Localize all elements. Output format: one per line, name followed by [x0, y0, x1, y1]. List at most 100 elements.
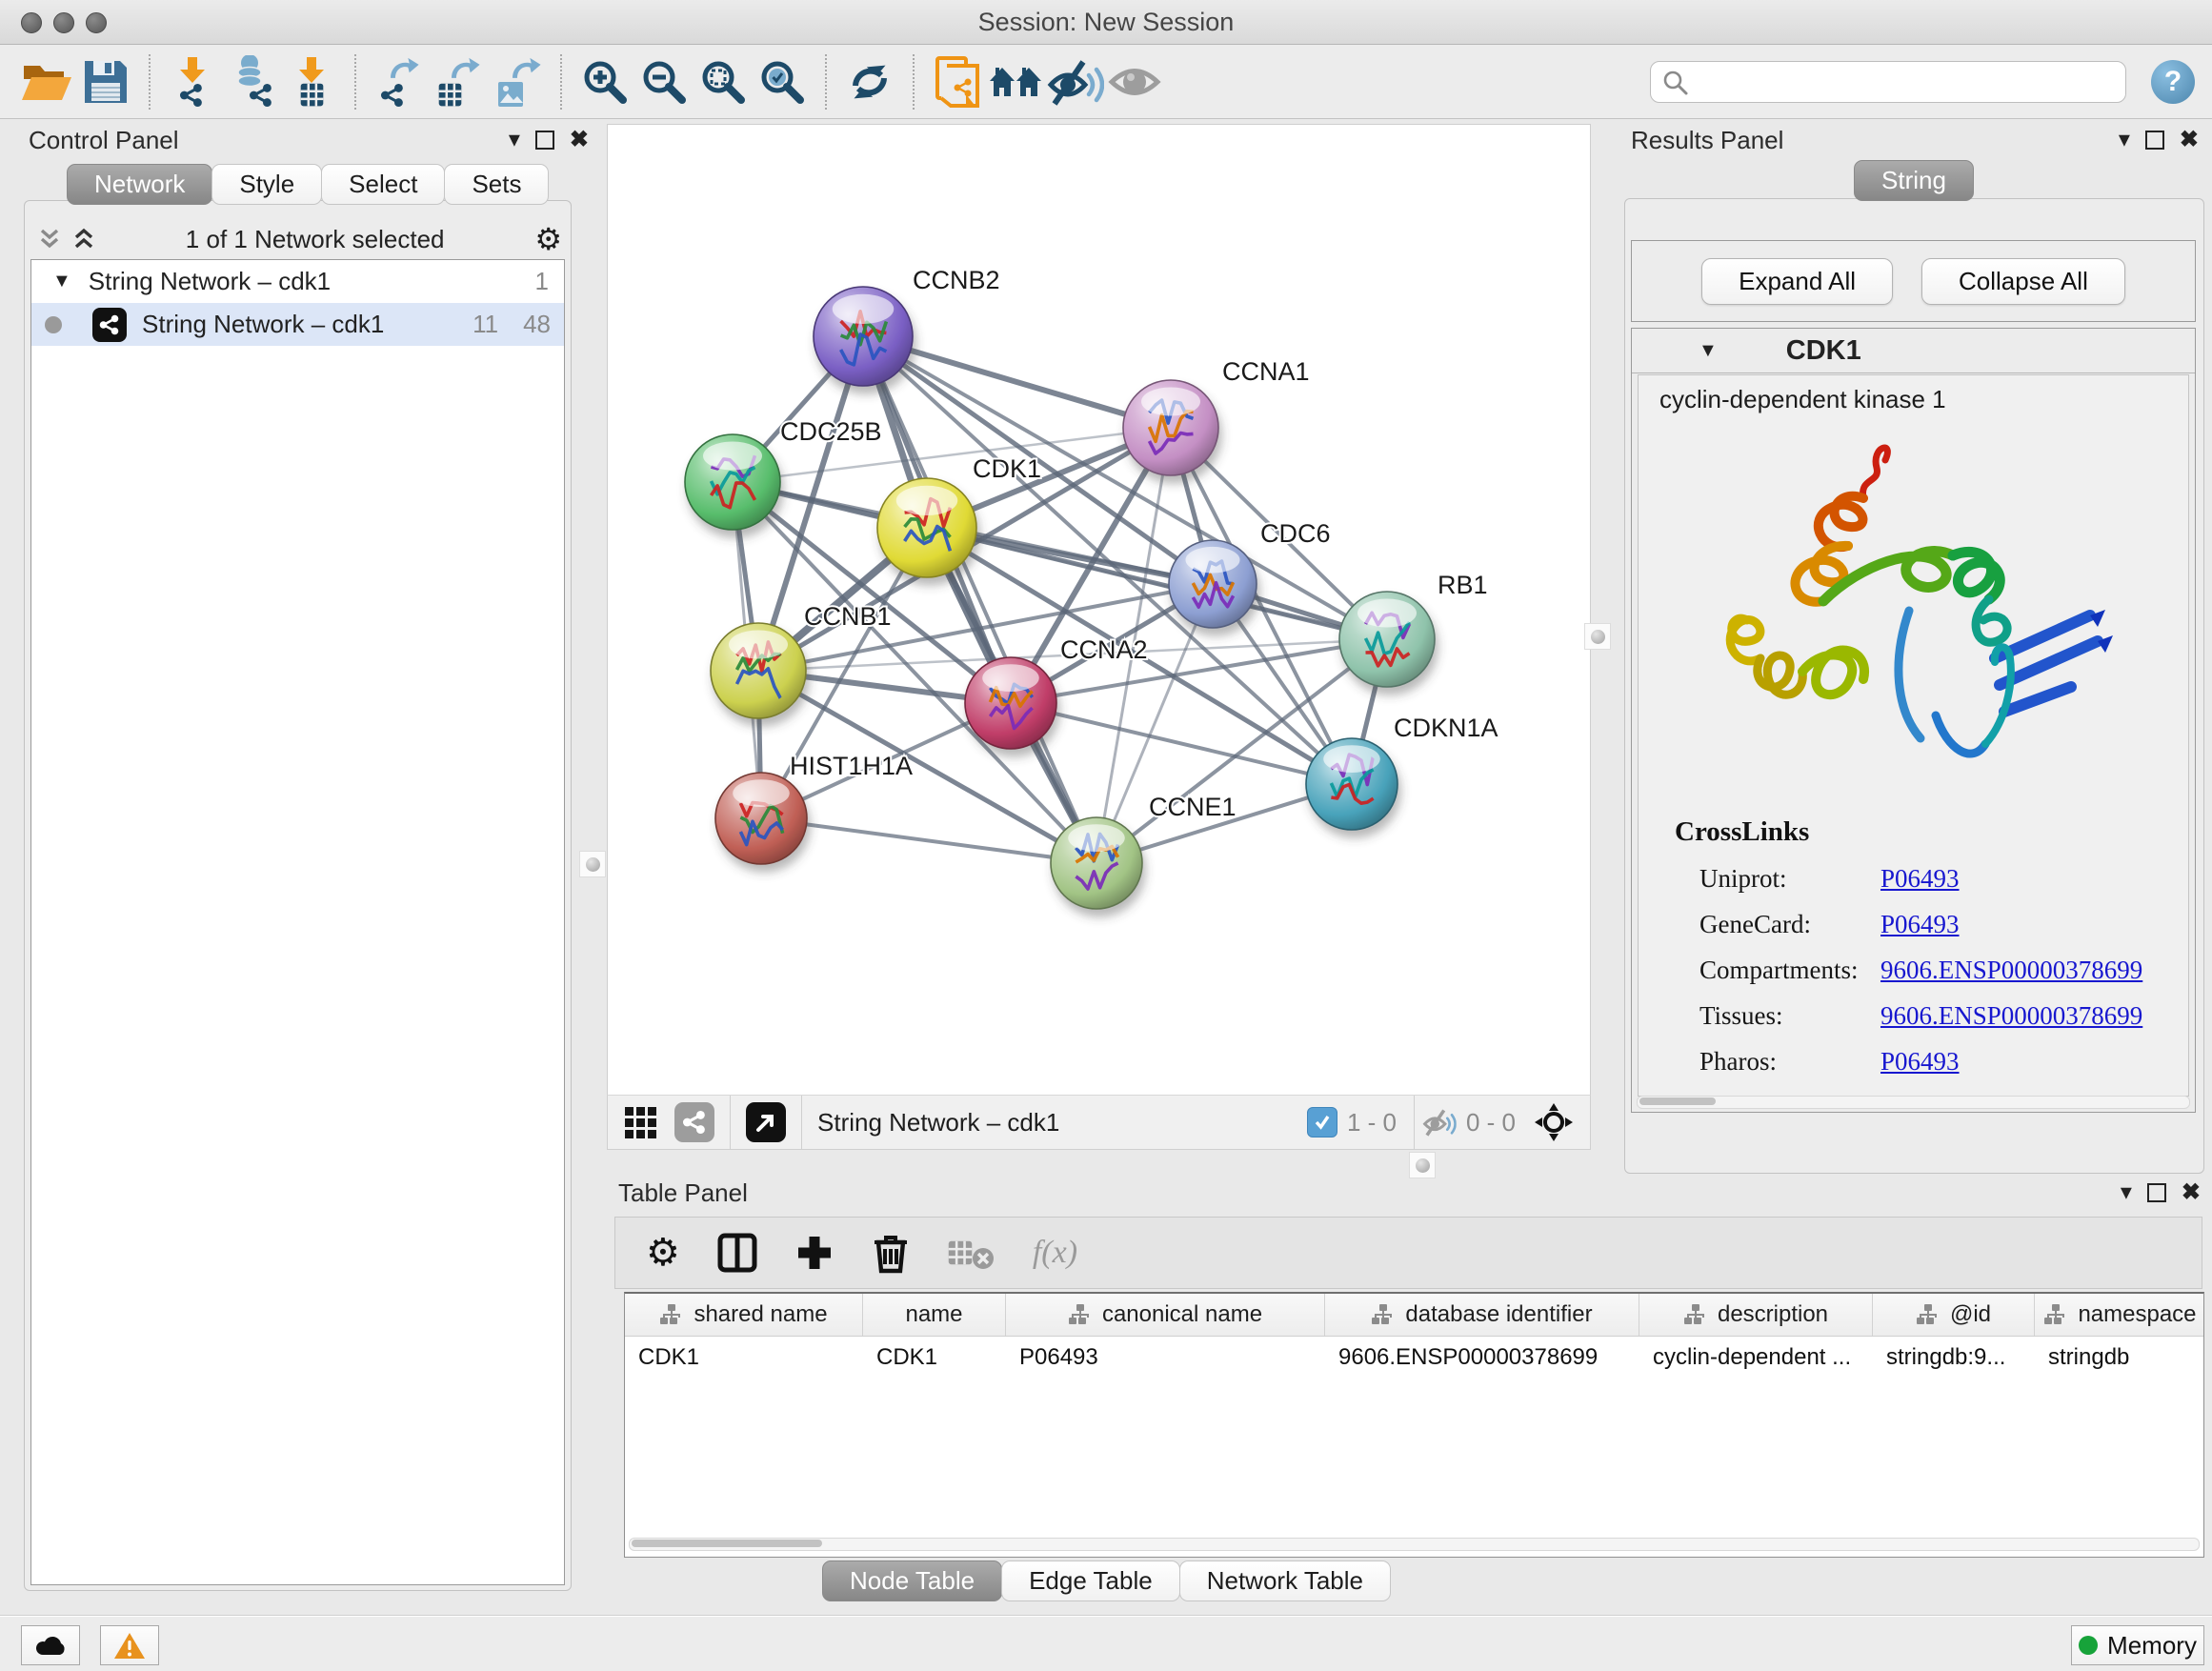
search-input[interactable] — [1650, 61, 2126, 103]
network-node-HIST1H1A[interactable]: HIST1H1A — [715, 752, 913, 864]
table-panel-title: Table Panel — [618, 1178, 748, 1208]
network-node-CDKN1A[interactable]: CDKN1A — [1306, 714, 1498, 830]
zoom-out-icon[interactable] — [634, 52, 694, 111]
hide-selection-eye-slash-icon[interactable] — [1046, 52, 1105, 111]
collection-expand-arrow-icon[interactable]: ▼ — [52, 271, 71, 292]
export-image-icon[interactable] — [488, 52, 547, 111]
network-node-CCNE1[interactable]: CCNE1 — [1051, 793, 1237, 909]
expand-all-tree-icon[interactable] — [72, 227, 95, 252]
column-header-description[interactable]: description — [1639, 1294, 1873, 1336]
crosslink-link[interactable]: 9606.ENSP00000378699 — [1880, 1001, 2142, 1031]
column-header-name[interactable]: name — [863, 1294, 1006, 1336]
function-builder-icon[interactable]: f(x) — [1033, 1235, 1077, 1271]
neighborhood-houses-icon[interactable] — [987, 52, 1046, 111]
delete-column-trash-icon[interactable] — [871, 1231, 911, 1275]
gene-description: cyclin-dependent kinase 1 — [1639, 375, 2188, 414]
zoom-fit-icon[interactable] — [694, 52, 753, 111]
crosslinks-title: CrossLinks — [1675, 816, 2188, 848]
network-share-icon[interactable] — [674, 1102, 714, 1142]
gene-card-body: cyclin-dependent kinase 1 — [1638, 374, 2189, 1097]
gene-expand-arrow-icon[interactable]: ▼ — [1699, 340, 1718, 362]
import-table-icon[interactable] — [282, 52, 341, 111]
crosslink-link[interactable]: P06493 — [1880, 910, 1960, 939]
tab-select[interactable]: Select — [321, 164, 445, 205]
crosslink-link[interactable]: 9606.ENSP00000378699 — [1880, 956, 2142, 985]
results-panel-menu-icon[interactable]: ▾ — [2119, 129, 2130, 151]
export-table-icon[interactable] — [429, 52, 488, 111]
network-node-RB1[interactable]: RB1 — [1339, 571, 1488, 687]
table-hscrollbar[interactable] — [629, 1538, 2200, 1551]
network-from-document-icon[interactable] — [928, 52, 987, 111]
tab-string[interactable]: String — [1854, 160, 1974, 201]
results-expand-collapse-bar: Expand All Collapse All — [1631, 240, 2196, 322]
crosslink-row: Pharos:P06493 — [1699, 1047, 2188, 1077]
open-session-icon[interactable] — [17, 52, 76, 111]
show-hidden-eye-icon[interactable] — [1105, 52, 1164, 111]
table-settings-gear-icon[interactable]: ⚙ — [646, 1231, 680, 1275]
crosslink-link[interactable]: P06493 — [1880, 864, 1960, 894]
collapse-all-tree-icon[interactable] — [38, 227, 61, 252]
window-title: Session: New Session — [0, 8, 2212, 37]
hidden-eye-slash-icon — [1422, 1107, 1457, 1137]
crosslink-row: Tissues:9606.ENSP00000378699 — [1699, 1001, 2188, 1031]
network-options-gear-icon[interactable]: ⚙ — [534, 221, 562, 257]
cloud-status-button[interactable] — [21, 1625, 80, 1665]
network-current-dot-icon — [45, 316, 62, 333]
bottom-splitter-handle[interactable] — [1409, 1152, 1436, 1178]
column-header-database-identifier[interactable]: database identifier — [1325, 1294, 1639, 1336]
table-panel-close-icon[interactable]: ✖ — [2182, 1181, 2201, 1204]
network-row[interactable]: String Network – cdk1 11 48 — [31, 303, 564, 346]
tab-sets[interactable]: Sets — [444, 164, 549, 205]
delete-table-icon[interactable] — [947, 1234, 996, 1272]
import-network-database-icon[interactable] — [223, 52, 282, 111]
grid-view-icon[interactable] — [623, 1103, 661, 1141]
table-row[interactable]: CDK1CDK1P064939606.ENSP00000378699cyclin… — [625, 1337, 2203, 1379]
control-panel-close-icon[interactable]: ✖ — [570, 129, 589, 151]
column-header-shared-name[interactable]: shared name — [625, 1294, 863, 1336]
network-tree-header: 1 of 1 Network selected ⚙ — [38, 221, 562, 257]
column-header-@id[interactable]: @id — [1873, 1294, 2035, 1336]
collapse-all-button[interactable]: Collapse All — [1921, 258, 2125, 305]
results-panel-float-icon[interactable] — [2145, 131, 2164, 150]
results-panel-header: Results Panel ▾ ✖ — [1619, 126, 2204, 154]
node-table[interactable]: shared namenamecanonical namedatabase id… — [624, 1292, 2204, 1558]
column-header-namespace[interactable]: namespace — [2035, 1294, 2204, 1336]
tab-edge-table[interactable]: Edge Table — [1001, 1560, 1180, 1601]
left-splitter-handle[interactable] — [579, 851, 606, 877]
split-columns-icon[interactable] — [716, 1232, 758, 1274]
tab-network[interactable]: Network — [67, 164, 212, 205]
network-collection-row[interactable]: ▼ String Network – cdk1 1 — [31, 260, 564, 303]
crosslink-label: Tissues: — [1699, 1001, 1880, 1031]
export-network-icon[interactable] — [370, 52, 429, 111]
expand-all-button[interactable]: Expand All — [1701, 258, 1893, 305]
network-canvas[interactable]: CCNB2CCNA1CDC25BCDK1CDC6RB1CCNB1CCNA2CDK… — [607, 124, 1591, 1096]
table-panel-menu-icon[interactable]: ▾ — [2121, 1181, 2132, 1204]
warning-status-button[interactable] — [100, 1625, 159, 1665]
birds-eye-crosshair-icon[interactable] — [1533, 1101, 1575, 1143]
save-session-icon[interactable] — [76, 52, 135, 111]
tab-style[interactable]: Style — [211, 164, 322, 205]
tab-network-table[interactable]: Network Table — [1179, 1560, 1391, 1601]
apply-layout-icon[interactable] — [840, 52, 899, 111]
add-column-plus-icon[interactable] — [794, 1233, 835, 1273]
selected-checkbox-icon[interactable] — [1307, 1107, 1337, 1137]
network-node-CCNA1[interactable]: CCNA1 — [1123, 357, 1310, 475]
network-view-toolbar: String Network – cdk1 1 - 0 0 - 0 — [607, 1095, 1591, 1150]
control-panel-menu-icon[interactable]: ▾ — [509, 129, 520, 151]
help-button[interactable]: ? — [2151, 60, 2195, 104]
network-node-CCNB1[interactable]: CCNB1 — [711, 602, 892, 718]
control-panel-float-icon[interactable] — [535, 131, 554, 150]
column-header-canonical-name[interactable]: canonical name — [1006, 1294, 1325, 1336]
table-panel-float-icon[interactable] — [2147, 1183, 2166, 1202]
memory-button[interactable]: Memory — [2071, 1625, 2204, 1665]
zoom-in-icon[interactable] — [575, 52, 634, 111]
right-splitter-handle[interactable] — [1584, 623, 1611, 650]
results-panel-close-icon[interactable]: ✖ — [2180, 129, 2199, 151]
results-hscrollbar[interactable] — [1637, 1096, 2190, 1109]
zoom-selected-icon[interactable] — [753, 52, 812, 111]
gene-card-header[interactable]: ▼ CDK1 — [1632, 329, 2195, 373]
crosslink-link[interactable]: P06493 — [1880, 1047, 1960, 1077]
detach-view-icon[interactable] — [746, 1102, 786, 1142]
tab-node-table[interactable]: Node Table — [822, 1560, 1002, 1601]
import-network-icon[interactable] — [164, 52, 223, 111]
